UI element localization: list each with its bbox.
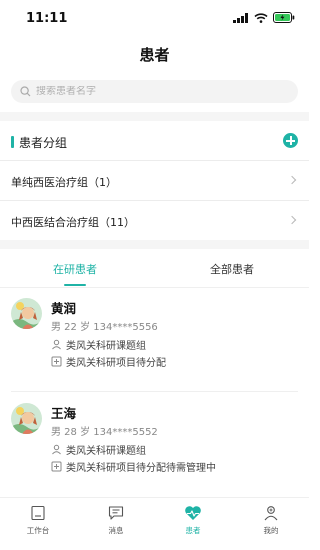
search-icon (20, 86, 31, 97)
search-bar[interactable] (11, 80, 298, 103)
patient-group: 类风关科研课题组 (66, 446, 146, 457)
patient-tabs: 在研患者 全部患者 (0, 251, 309, 288)
patient-card[interactable]: 王海 男 28 岁 134****5552 类风关科研课题组 类风关科研项目待分… (0, 403, 309, 493)
message-icon (108, 506, 124, 520)
group-user-icon (52, 339, 61, 350)
project-status-icon (51, 356, 62, 367)
tab-all-patients[interactable]: 全部患者 (210, 261, 254, 277)
patient-group-header: 患者分组 (0, 122, 309, 160)
patient-status: 类风关科研项目待分配 (66, 358, 166, 369)
page-title: 患者 (139, 46, 170, 64)
status-icons (233, 12, 295, 23)
patient-meta: 男 22 岁 134****5556 (51, 322, 158, 333)
patient-name: 王海 (51, 406, 77, 421)
search-input[interactable] (36, 86, 266, 97)
patient-card[interactable]: 黄润 男 22 岁 134****5556 类风关科研课题组 类风关科研项目待分… (0, 298, 309, 388)
tab-patients[interactable]: 患者 (163, 505, 223, 536)
patient-name: 黄润 (51, 301, 77, 316)
tab-workbench[interactable]: 工作台 (8, 505, 68, 536)
section-accent-bar (11, 136, 14, 148)
avatar (11, 298, 42, 329)
wifi-icon (254, 12, 268, 23)
tab-active-patients[interactable]: 在研患者 (53, 261, 97, 277)
workbench-icon (31, 505, 45, 521)
patient-group-line: 类风关科研课题组 (51, 442, 146, 457)
group-user-icon (52, 444, 61, 455)
list-divider (11, 391, 298, 392)
add-group-button[interactable] (283, 133, 298, 148)
patient-status: 类风关科研项目待分配待需管理中 (66, 463, 216, 474)
status-bar: 11:11 (0, 0, 309, 36)
tab-label: 我的 (263, 526, 279, 535)
profile-icon (264, 506, 278, 521)
patient-group-title: 患者分组 (19, 136, 68, 150)
patient-meta: 男 28 岁 134****5552 (51, 427, 158, 438)
project-status-icon (51, 461, 62, 472)
tab-messages[interactable]: 消息 (86, 505, 146, 536)
patient-heart-icon (185, 506, 201, 520)
group-row[interactable]: 中西医结合治疗组（11） (0, 200, 309, 240)
status-time: 11:11 (26, 11, 68, 26)
patient-group: 类风关科研课题组 (66, 341, 146, 352)
patient-status-line: 类风关科研项目待分配 (51, 354, 166, 369)
tab-active-indicator (64, 284, 86, 286)
group-row[interactable]: 单纯西医治疗组（1） (0, 160, 309, 200)
patient-group-line: 类风关科研课题组 (51, 337, 146, 352)
battery-charging-icon (273, 12, 295, 23)
section-divider (0, 240, 309, 249)
chevron-right-icon (287, 215, 297, 225)
tab-label: 消息 (108, 526, 124, 535)
tab-label: 工作台 (26, 526, 50, 535)
avatar (11, 403, 42, 434)
patient-status-line: 类风关科研项目待分配待需管理中 (51, 459, 216, 474)
tab-profile[interactable]: 我的 (241, 505, 301, 536)
tab-label: 患者 (185, 526, 201, 535)
bottom-tab-bar: 工作台 消息 患者 我的 (0, 497, 309, 550)
group-row-label: 中西医结合治疗组（11） (11, 216, 135, 229)
group-row-label: 单纯西医治疗组（1） (11, 176, 117, 189)
chevron-right-icon (287, 175, 297, 185)
cellular-signal-icon (233, 12, 248, 23)
section-divider (0, 112, 309, 121)
